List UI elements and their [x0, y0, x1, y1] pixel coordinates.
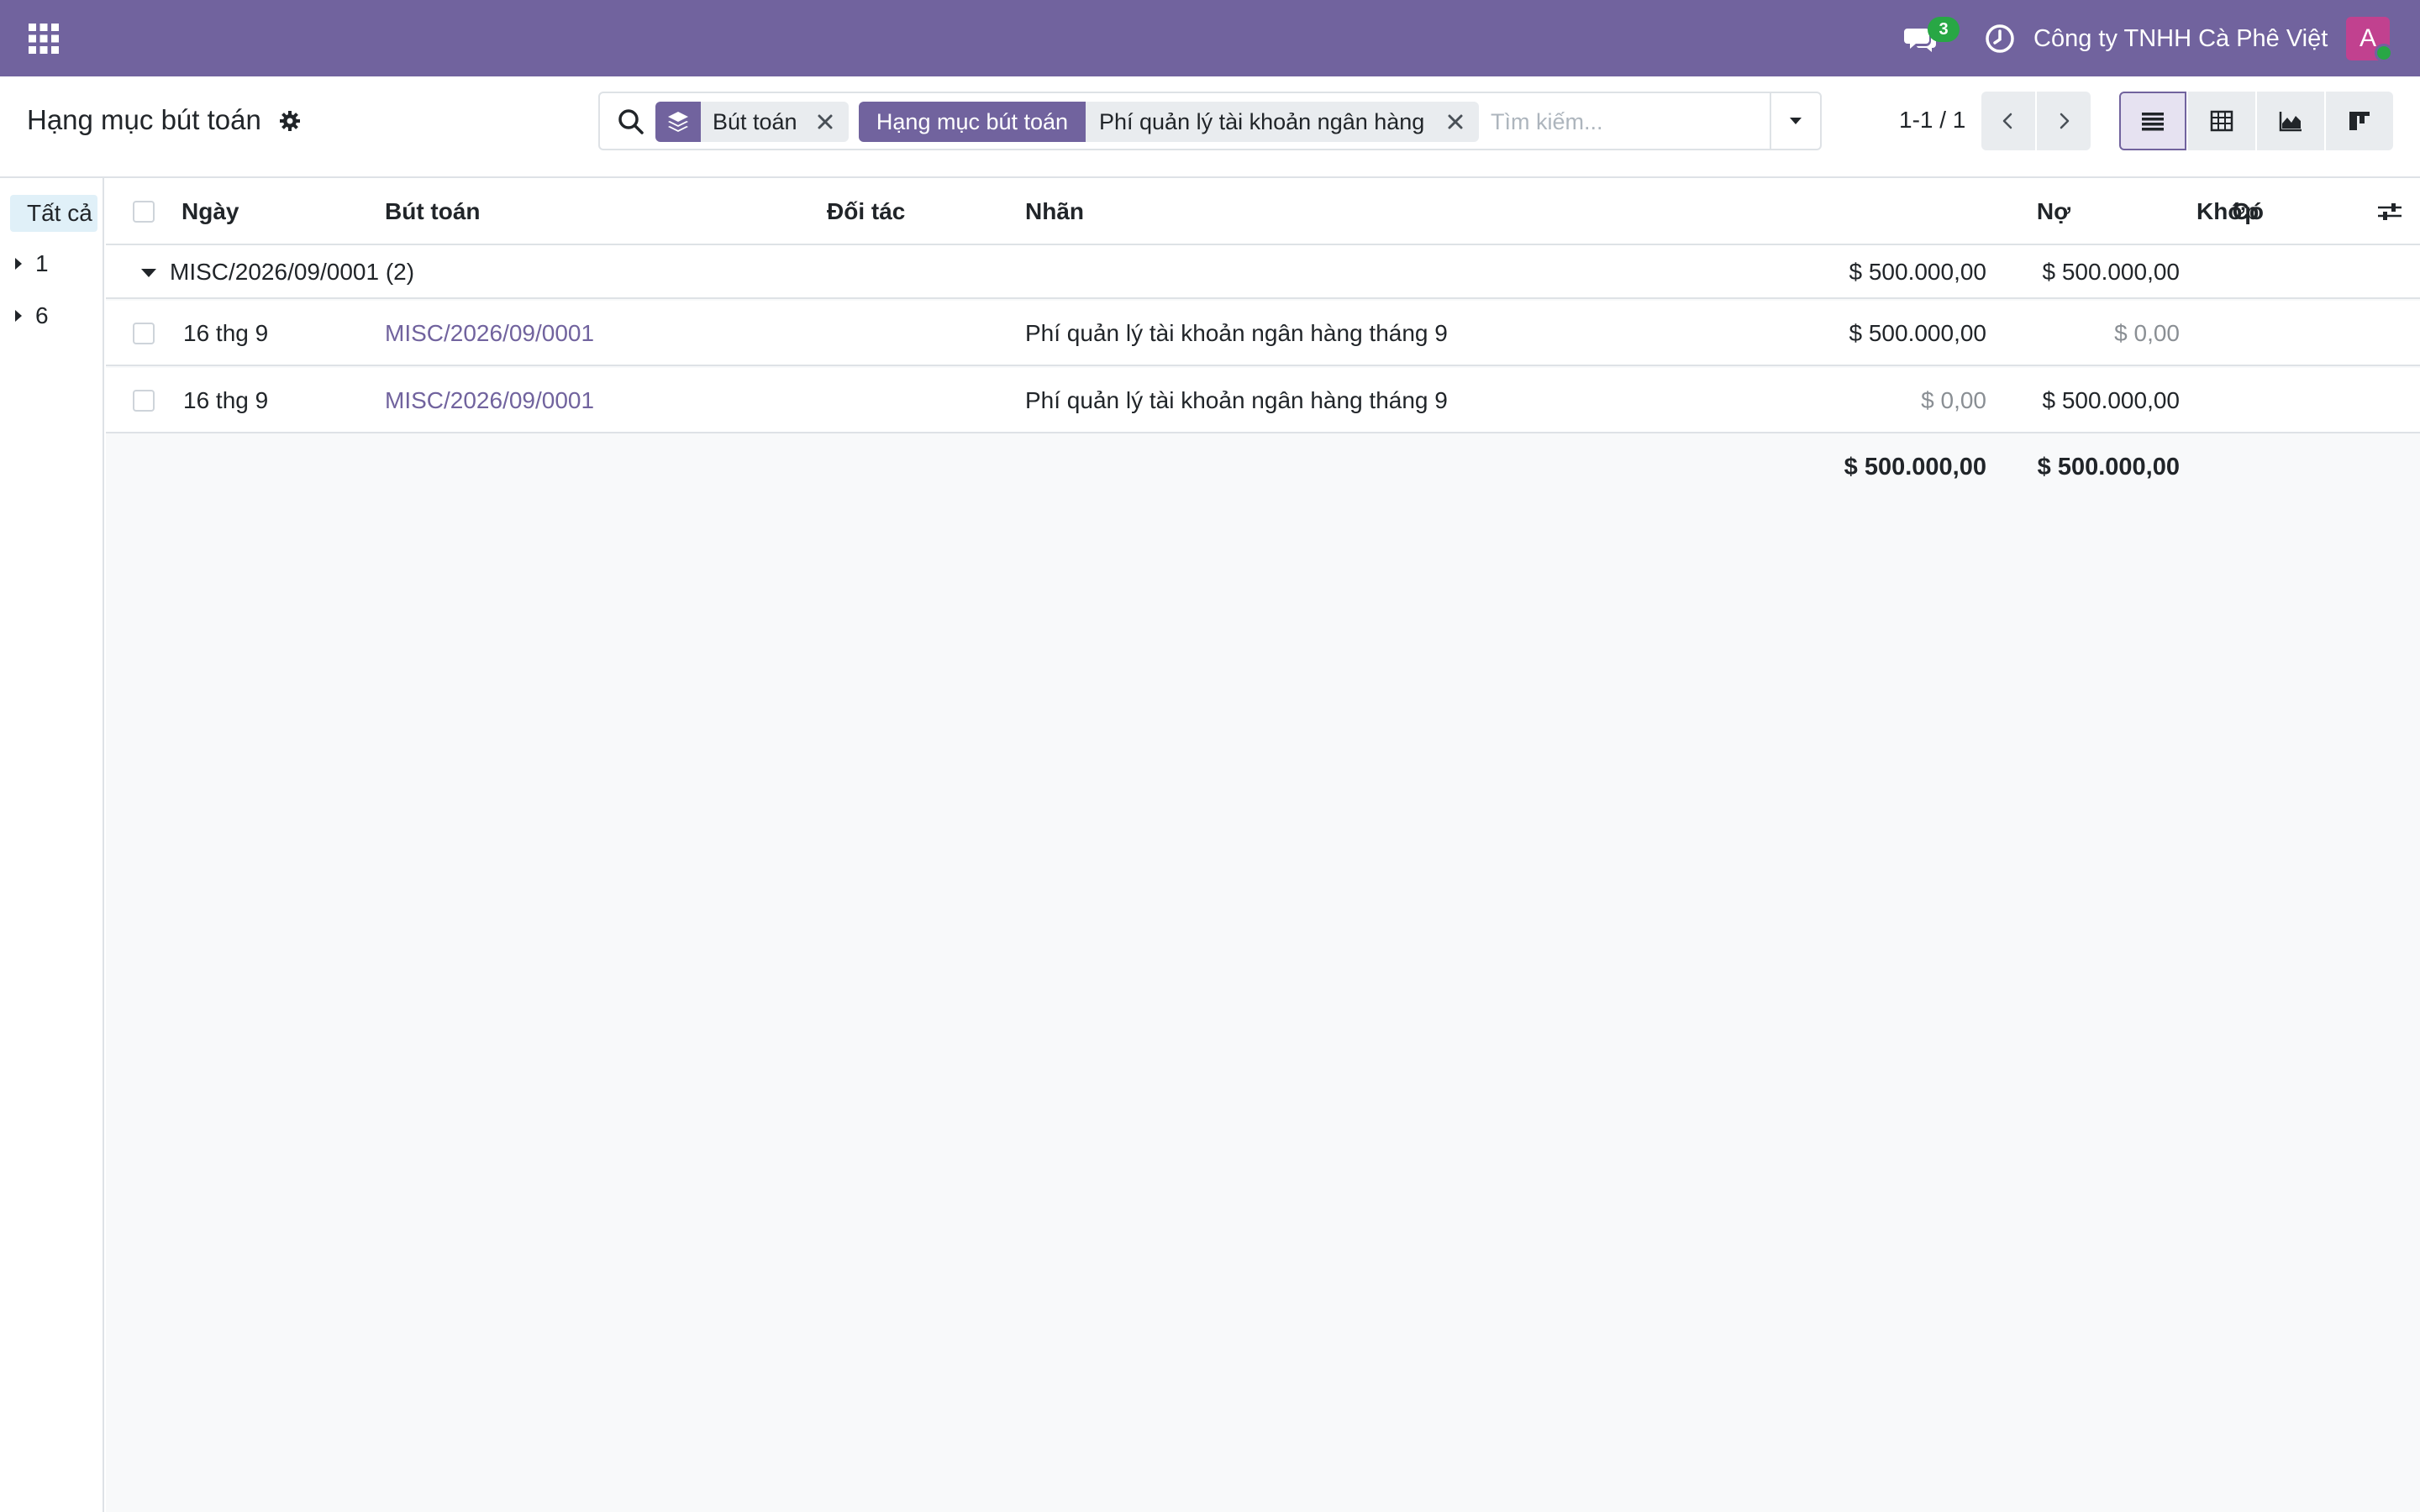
search-side-panel: Tất cả 1 6 — [0, 178, 104, 1512]
area-chart-icon — [2279, 112, 2302, 132]
activity-clock-icon[interactable] — [1983, 22, 2017, 55]
side-panel-all[interactable]: Tất cả — [10, 195, 97, 232]
column-header-move[interactable]: Bút toán — [385, 178, 481, 245]
list-header: Ngày Bút toán Đối tác Nhãn Nợ Có Khớp — [106, 178, 2420, 245]
remove-filter-facet-icon[interactable] — [1445, 112, 1465, 132]
search-icon[interactable] — [617, 108, 645, 136]
cell-debit: $ 0,00 — [1921, 387, 1986, 413]
chevron-right-icon — [2060, 113, 2070, 129]
caret-down-icon — [141, 269, 156, 277]
group-credit-total: $ 500.000,00 — [2042, 259, 2181, 285]
groupby-facet: Bút toán — [701, 102, 849, 142]
caret-right-icon — [15, 258, 22, 270]
table-grid-icon — [2210, 110, 2233, 132]
side-panel-item[interactable]: 1 — [15, 247, 49, 281]
total-debit: $ 500.000,00 — [1844, 454, 1986, 480]
cell-date: 16 thg 9 — [183, 387, 269, 413]
page-title: Hạng mục bút toán — [27, 104, 261, 135]
gear-icon[interactable] — [279, 110, 301, 132]
app-menu-icon[interactable] — [27, 22, 60, 55]
totals-row: $ 500.000,00 $ 500.000,00 — [106, 433, 2420, 501]
list-icon — [2142, 113, 2164, 131]
search-options-toggle[interactable] — [1770, 93, 1820, 149]
pager-value[interactable]: 1-1 / 1 — [1899, 102, 1965, 139]
column-header-debit[interactable]: Nợ — [1870, 178, 2070, 245]
chevron-left-icon — [2002, 113, 2012, 129]
list-view: Ngày Bút toán Đối tác Nhãn Nợ Có Khớp MI… — [106, 178, 2420, 1512]
table-row[interactable]: 16 thg 9 MISC/2026/09/0001 Phí quản lý t… — [106, 301, 2420, 366]
column-header-label[interactable]: Nhãn — [1025, 178, 1084, 245]
groupby-facet-value: Bút toán — [713, 109, 797, 134]
cell-move-link[interactable]: MISC/2026/09/0001 — [385, 368, 594, 433]
column-header-date[interactable]: Ngày — [182, 178, 239, 245]
remove-groupby-facet-icon[interactable] — [815, 112, 835, 132]
caret-down-icon — [1790, 118, 1802, 124]
online-status-dot — [2375, 44, 2393, 62]
list-view-button[interactable] — [2119, 92, 2186, 150]
column-header-matching[interactable]: Khớp — [2196, 178, 2259, 245]
side-panel-item-label: 6 — [35, 302, 49, 328]
group-row[interactable]: MISC/2026/09/0001 (2) $ 500.000,00 $ 500… — [106, 245, 2420, 299]
graph-view-button[interactable] — [2257, 92, 2324, 150]
cell-label: Phí quản lý tài khoản ngân hàng tháng 9 — [1025, 320, 1448, 346]
cell-date: 16 thg 9 — [183, 320, 269, 346]
filter-facet-label: Hạng mục bút toán — [859, 102, 1086, 142]
side-panel-item-label: 1 — [35, 250, 49, 276]
cell-label: Phí quản lý tài khoản ngân hàng tháng 9 — [1025, 387, 1448, 413]
column-header-partner[interactable]: Đối tác — [827, 178, 905, 245]
optional-columns-icon[interactable] — [2376, 200, 2403, 223]
search-bar: Bút toán Hạng mục bút toán Phí quản lý t… — [598, 92, 1822, 150]
kanban-view-button[interactable] — [2326, 92, 2393, 150]
control-panel: Hạng mục bút toán Bút toán Hạng mục bút … — [0, 76, 2420, 178]
cell-credit: $ 0,00 — [2114, 320, 2180, 346]
table-row[interactable]: 16 thg 9 MISC/2026/09/0001 Phí quản lý t… — [106, 368, 2420, 433]
caret-right-icon — [15, 310, 22, 322]
top-navbar: 3 Công ty TNHH Cà Phê Việt A — [0, 0, 2420, 76]
cell-credit: $ 500.000,00 — [2042, 387, 2181, 413]
side-panel-item[interactable]: 6 — [15, 299, 49, 333]
layers-icon — [655, 102, 701, 142]
filter-facet: Phí quản lý tài khoản ngân hàng — [1086, 102, 1479, 142]
group-debit-total: $ 500.000,00 — [1849, 259, 1987, 285]
row-checkbox[interactable] — [133, 323, 155, 344]
row-checkbox[interactable] — [133, 390, 155, 412]
kanban-icon — [2349, 112, 2370, 130]
select-all-checkbox[interactable] — [133, 201, 155, 223]
pager-next-button[interactable] — [2037, 92, 2091, 150]
group-name: MISC/2026/09/0001 (2) — [170, 259, 415, 285]
company-switcher[interactable]: Công ty TNHH Cà Phê Việt — [2033, 22, 2328, 55]
filter-facet-value: Phí quản lý tài khoản ngân hàng — [1099, 109, 1425, 134]
cell-move-link[interactable]: MISC/2026/09/0001 — [385, 301, 594, 366]
messages-count-badge: 3 — [1928, 17, 1960, 42]
pivot-view-button[interactable] — [2188, 92, 2255, 150]
total-credit: $ 500.000,00 — [2037, 454, 2180, 480]
pager-previous-button[interactable] — [1981, 92, 2035, 150]
cell-debit: $ 500.000,00 — [1849, 320, 1987, 346]
search-input[interactable] — [1491, 102, 1776, 142]
